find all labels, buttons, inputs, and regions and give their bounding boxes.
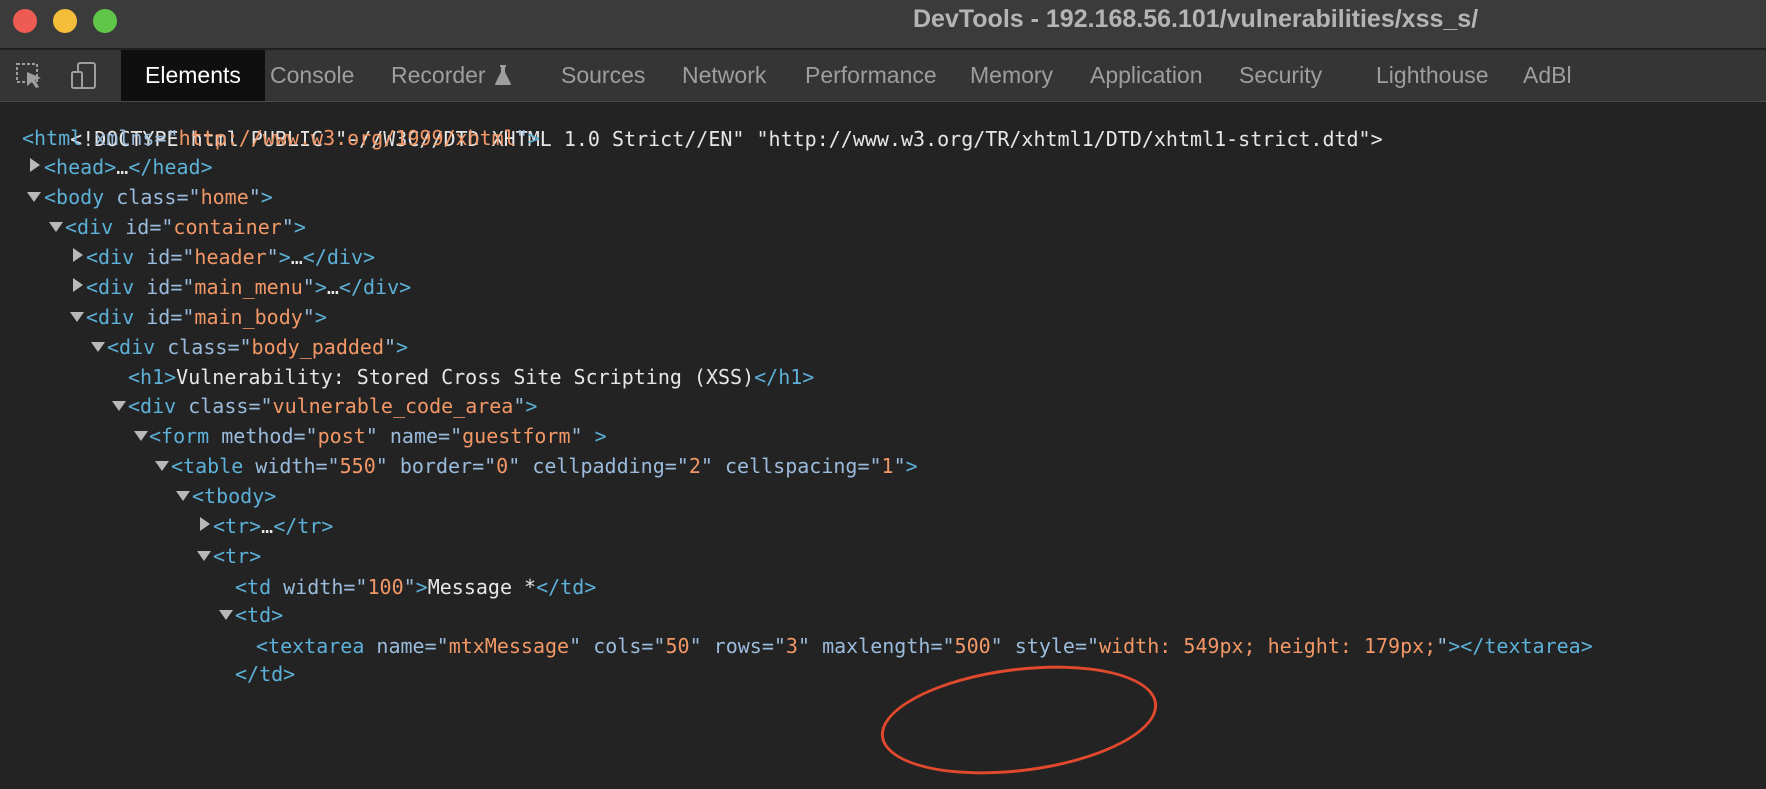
tr-ellipsis: … [261,514,274,538]
elements-dom-tree: <!DOCTYPE html PUBLIC "-//W3C//DTD XHTML… [0,102,1766,780]
form-node[interactable]: <form method="post" name="guestform" > [149,421,607,451]
head-ellipsis: … [116,155,129,179]
form-extra-text [583,424,595,448]
tab-recorder-label: Recorder [391,62,486,88]
expand-header-toggle[interactable] [73,248,83,262]
header-ellipsis: … [290,245,303,269]
textarea-node[interactable]: <textarea name="mtxMessage" cols="50" ro… [256,631,1593,661]
head-close-tag-name: head [152,155,201,179]
collapse-body-padded-toggle[interactable] [91,342,105,352]
inspect-element-icon[interactable] [14,60,46,92]
collapse-tbody-toggle[interactable] [176,491,190,501]
h1-text: Vulnerability: Stored Cross Site Scripti… [176,365,755,389]
html-attr-name: xmlns [94,126,155,150]
collapse-code-area-toggle[interactable] [112,401,126,411]
tr-node-expanded[interactable]: <tr> [213,541,261,571]
collapse-main-body-toggle[interactable] [70,312,84,322]
html-xmlns-value: http://www.w3.org/1999/xhtml [178,126,516,150]
tbody-node[interactable]: <tbody> [192,481,276,511]
table-node[interactable]: <table width="550" border="0" cellpaddin… [171,451,918,481]
td-message-text: Message * [427,575,537,599]
main-menu-id-value: main_menu [194,275,303,299]
collapse-td-toggle[interactable] [219,610,233,620]
doctype-node[interactable]: <!DOCTYPE html PUBLIC "-//W3C//DTD XHTML… [22,94,1382,151]
collapse-body-toggle[interactable] [27,192,41,202]
code-area-class-value: vulnerable_code_area [272,394,514,418]
table-cellspacing-value: 1 [881,454,894,478]
html-tag-name: html [34,126,83,150]
collapse-tr-toggle[interactable] [197,551,211,561]
main-menu-div-node[interactable]: <div id="main_menu">…</div> [86,272,411,302]
header-id-value: header [194,245,267,269]
main-body-id-value: main_body [194,305,303,329]
tab-adblock[interactable]: AdBl [1523,50,1572,101]
tab-lighthouse[interactable]: Lighthouse [1376,50,1489,101]
head-tag-name: head [56,155,105,179]
textarea-rows-value: 3 [785,634,798,658]
container-div-node[interactable]: <div id="container"> [65,212,306,242]
collapse-container-toggle[interactable] [49,222,63,232]
collapse-table-toggle[interactable] [155,461,169,471]
window-title: DevTools - 192.168.56.101/vulnerabilitie… [913,5,1479,33]
collapse-form-toggle[interactable] [134,431,148,441]
device-toolbar-icon[interactable] [68,60,100,92]
expand-main-menu-toggle[interactable] [73,278,83,292]
textarea-style-value: width: 549px; height: 179px; [1099,634,1437,658]
container-id-value: container [173,215,282,239]
flask-icon [494,64,511,85]
td-width-value: 100 [367,575,404,599]
body-node[interactable]: <body class="home"> [44,182,273,212]
expand-head-toggle[interactable] [30,158,40,172]
h1-node[interactable]: <h1>Vulnerability: Stored Cross Site Scr… [128,362,814,392]
form-method-value: post [317,424,366,448]
td-node[interactable]: <td> [235,600,283,630]
form-name-value: guestform [462,424,571,448]
close-window-button[interactable] [13,9,37,33]
textarea-name-value: mtxMessage [448,634,570,658]
zoom-window-button[interactable] [93,9,117,33]
td-message-node[interactable]: <td width="100">Message *</td> [235,572,596,602]
header-div-node[interactable]: <div id="header">…</div> [86,242,375,272]
html-node[interactable]: <html xmlns="http://www.w3.org/1999/xhtm… [22,123,540,153]
table-width-value: 550 [339,454,376,478]
expand-tr-toggle[interactable] [200,517,210,531]
main-body-div-node[interactable]: <div id="main_body"> [86,302,327,332]
tr-node-collapsed[interactable]: <tr>…</tr> [213,511,333,541]
code-area-div-node[interactable]: <div class="vulnerable_code_area"> [128,391,537,421]
body-class-value: home [200,185,249,209]
body-padded-div-node[interactable]: <div class="body_padded"> [107,332,408,362]
head-node[interactable]: <head>…</head> [44,152,213,182]
body-padded-class-value: body_padded [251,335,384,359]
main-menu-ellipsis: … [326,275,339,299]
window-title-bar: DevTools - 192.168.56.101/vulnerabilitie… [0,0,1766,49]
td-close-node[interactable]: </td> [235,659,295,689]
table-border-value: 0 [496,454,509,478]
textarea-cols-value: 50 [665,634,690,658]
textarea-maxlength-value: 500 [954,634,991,658]
minimize-window-button[interactable] [53,9,77,33]
table-cellpadding-value: 2 [688,454,701,478]
